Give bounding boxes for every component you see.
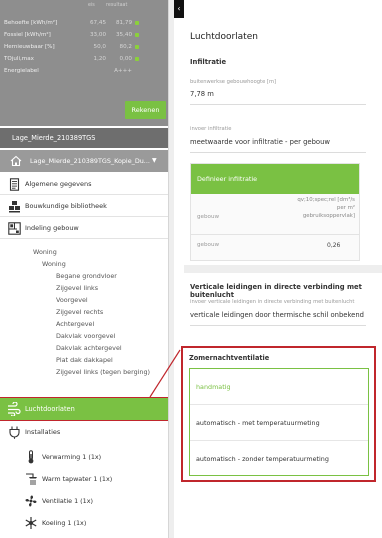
- col-header-eis: eis: [88, 3, 95, 8]
- option-handmatig[interactable]: handmatig: [190, 369, 368, 405]
- tree-item[interactable]: Achtergevel: [56, 320, 94, 328]
- table-separator: [191, 234, 359, 235]
- option-automatisch-zonder[interactable]: automatisch - zonder temperatuurmeting: [190, 441, 368, 477]
- floorplan-icon: [8, 222, 21, 235]
- snowflake-icon: [25, 517, 37, 529]
- section-title-infiltratie: Infiltratie: [190, 58, 227, 66]
- table-col-qv: qv;10;spec;rel [dm³/s per m² gebruiksopp…: [297, 197, 355, 219]
- tree-item[interactable]: Begane grondvloer: [56, 272, 117, 280]
- stat-row-hernieuwbaar: Hernieuwbaar [%] 50,0 80,2: [4, 42, 164, 52]
- status-check-icon: [135, 57, 139, 61]
- field-label-leidingen: invoer verticale leidingen in directe ve…: [190, 299, 355, 305]
- tree-item[interactable]: Dakvlak achtergevel: [56, 344, 122, 352]
- nav-installaties[interactable]: Installaties: [0, 422, 168, 443]
- zomernachtventilatie-highlight: Zomernachtventilatie handmatig automatis…: [181, 346, 376, 482]
- project-variant-dropdown[interactable]: Lage_Mierde_210389TGS_Kopie_Du... ▼: [0, 150, 168, 172]
- nav-koeling[interactable]: Koeling 1 (1x): [0, 512, 168, 534]
- tree-item[interactable]: Dakvlak voorgevel: [56, 332, 115, 340]
- col-header-resultaat: resultaat: [106, 3, 128, 8]
- zomernachtventilatie-options: handmatig automatisch - met temperatuurm…: [189, 368, 369, 476]
- tree-item-woning[interactable]: Woning: [33, 248, 57, 256]
- table-col-gebouw: gebouw: [197, 214, 220, 220]
- building-blocks-icon: [9, 201, 20, 213]
- home-icon: [10, 155, 22, 167]
- section-title-leidingen: Verticale leidingen in directe verbindin…: [190, 283, 362, 299]
- nav-algemene-gegevens[interactable]: Algemene gegevens: [0, 174, 168, 195]
- infiltratie-table-header: Definieer infiltratie: [191, 164, 359, 194]
- panel-divider[interactable]: [168, 0, 174, 538]
- leidingen-select[interactable]: verticale leidingen door thermische schi…: [190, 311, 364, 319]
- project-title: Lage_Mierde_210389TGS: [0, 128, 168, 148]
- fan-icon: [25, 495, 37, 507]
- tree-item[interactable]: Zijgevel links: [56, 284, 98, 292]
- shower-icon: [26, 473, 37, 485]
- table-row-value-input[interactable]: 0,26: [327, 242, 340, 249]
- project-variant-label: Lage_Mierde_210389TGS_Kopie_Du...: [30, 157, 150, 165]
- field-label-invoer-infiltratie: invoer infiltratie: [190, 126, 232, 132]
- option-automatisch-met[interactable]: automatisch - met temperatuurmeting: [190, 405, 368, 441]
- status-check-icon: [135, 45, 139, 49]
- collapse-sidebar-button[interactable]: ‹: [174, 0, 184, 18]
- nav-indeling-gebouw[interactable]: Indeling gebouw: [0, 218, 168, 239]
- nav-luchtdoorlaten[interactable]: Luchtdoorlaten: [0, 397, 169, 421]
- nav-verwarming[interactable]: Verwarming 1 (1x): [0, 446, 168, 468]
- nav-ventilatie[interactable]: Ventilatie 1 (1x): [0, 490, 168, 512]
- energy-summary: eis resultaat Behoefte [kWh/m²] 67,45 81…: [0, 0, 168, 126]
- tree-item-woning-sub[interactable]: Woning: [42, 260, 66, 268]
- nav-warm-tapwater[interactable]: Warm tapwater 1 (1x): [0, 468, 168, 490]
- divider-line: [190, 152, 366, 153]
- divider-line: [190, 325, 366, 326]
- tree-item[interactable]: Plat dak dakkapel: [56, 356, 113, 364]
- section-separator: [184, 265, 382, 273]
- stat-row-behoefte: Behoefte [kWh/m²] 67,45 81,79: [4, 18, 164, 28]
- field-label-gebouwhoogte: buitenwerkse gebouwhoogte [m]: [190, 79, 277, 85]
- page-title: Luchtdoorlaten: [190, 32, 258, 42]
- sidebar: eis resultaat Behoefte [kWh/m²] 67,45 81…: [0, 0, 169, 538]
- tree-item[interactable]: Zijgevel links (tegen berging): [56, 368, 150, 376]
- stat-row-fossiel: Fossiel [kWh/m²] 33,00 35,40: [4, 30, 164, 40]
- wind-icon: [8, 402, 21, 416]
- status-check-icon: [135, 21, 139, 25]
- section-title-zomernachtventilatie: Zomernachtventilatie: [189, 354, 270, 362]
- chevron-left-icon: ‹: [177, 4, 181, 13]
- caret-down-icon: ▼: [152, 157, 157, 164]
- document-icon: [9, 178, 20, 191]
- gebouwhoogte-input[interactable]: 7,78 m: [190, 90, 214, 98]
- table-row-label: gebouw: [197, 242, 220, 248]
- divider-line: [190, 104, 366, 105]
- stat-row-tojuli: TOjuli,max 1,20 0,00: [4, 54, 164, 64]
- nav-bouwkundige-bibliotheek[interactable]: Bouwkundige bibliotheek: [0, 196, 168, 217]
- plug-icon: [9, 426, 20, 439]
- tree-item[interactable]: Zijgevel rechts: [56, 308, 103, 316]
- thermometer-icon: [28, 450, 34, 464]
- stat-row-energielabel: Energielabel A+++: [4, 68, 132, 74]
- tree-item[interactable]: Voorgevel: [56, 296, 88, 304]
- infiltratie-table: Definieer infiltratie gebouw qv;10;spec;…: [190, 163, 360, 261]
- rekenen-button[interactable]: Rekenen: [125, 101, 166, 119]
- invoer-infiltratie-select[interactable]: meetwaarde voor infiltratie - per gebouw: [190, 138, 330, 146]
- status-check-icon: [135, 33, 139, 37]
- main-content: Luchtdoorlaten Infiltratie buitenwerkse …: [181, 0, 382, 538]
